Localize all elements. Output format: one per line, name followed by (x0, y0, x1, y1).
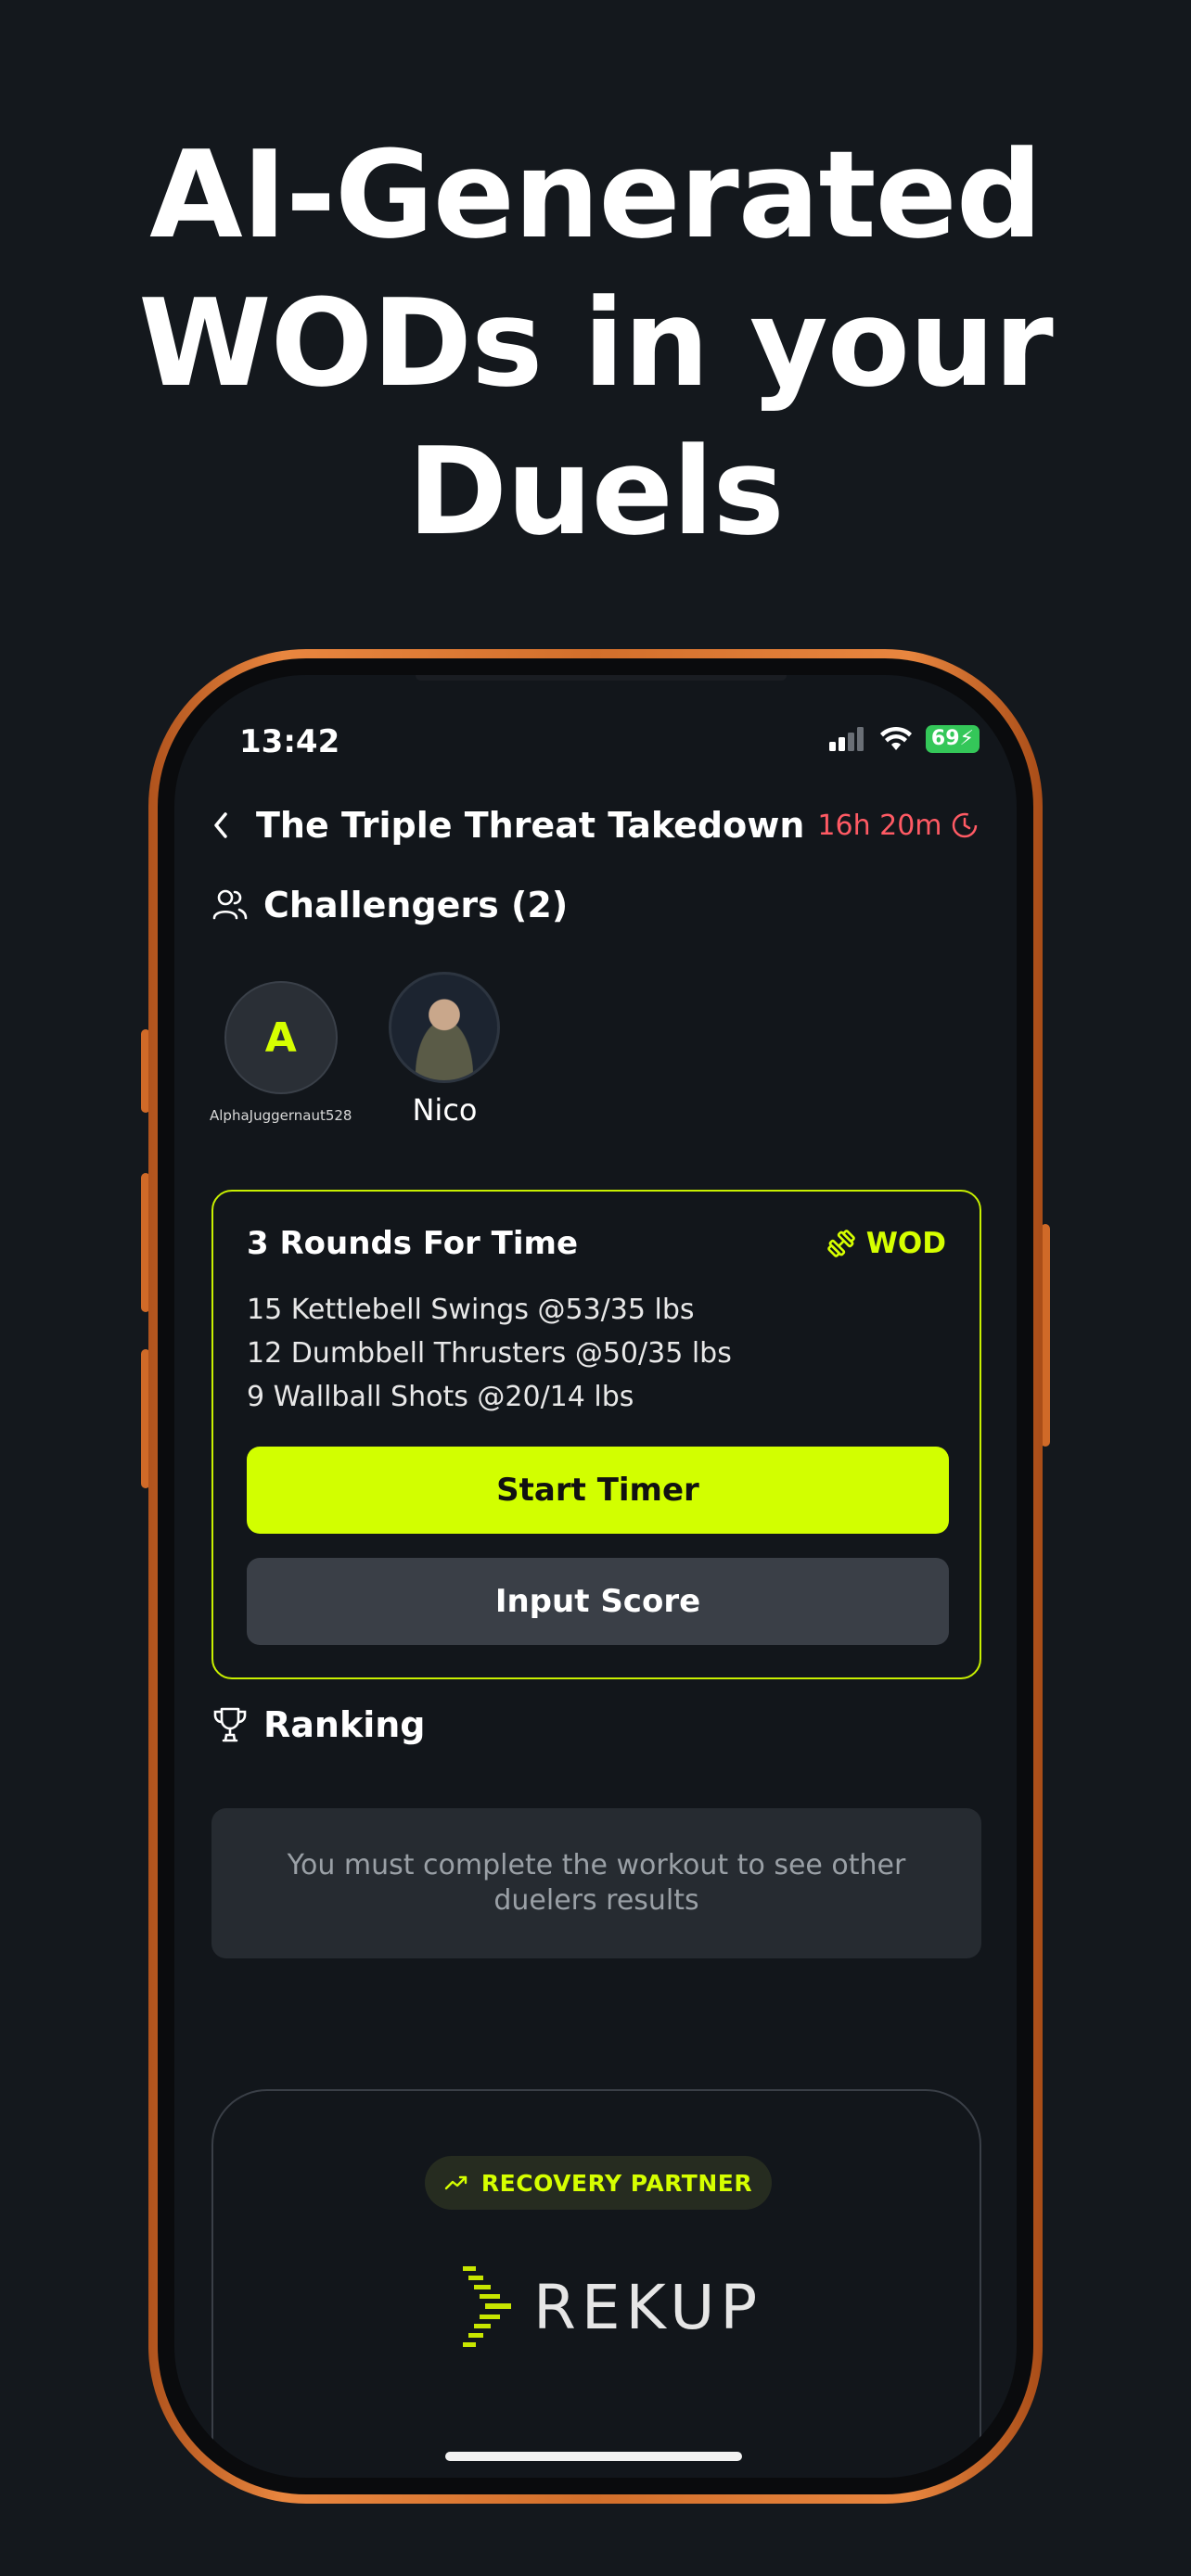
start-timer-button[interactable]: Start Timer (247, 1447, 949, 1534)
ranking-title: Ranking (263, 1704, 426, 1745)
home-indicator[interactable] (445, 2452, 742, 2461)
duel-header: The Triple Threat Takedown 16h 20m (211, 805, 980, 846)
wod-exercise: 15 Kettlebell Swings @53/35 lbs (247, 1294, 695, 1326)
partner-badge: RECOVERY PARTNER (425, 2156, 772, 2210)
users-icon (212, 889, 248, 920)
phone-bezel: 13:42 69⚡ The Triple Threat Takedown 16h… (158, 658, 1033, 2494)
challenger-name: AlphaJuggernaut528 (210, 1107, 352, 1124)
avatar: A (224, 981, 338, 1094)
partner-card[interactable]: RECOVERY PARTNER REKUP (211, 2089, 981, 2478)
wod-tag: WOD (826, 1227, 946, 1260)
back-button[interactable] (211, 807, 239, 844)
challenger-item[interactable]: Nico (389, 972, 501, 1128)
phone-frame: 13:42 69⚡ The Triple Threat Takedown 16h… (148, 649, 1043, 2504)
wod-exercise: 9 Wallball Shots @20/14 lbs (247, 1381, 634, 1413)
wod-tag-label: WOD (865, 1227, 946, 1260)
app-screen: 13:42 69⚡ The Triple Threat Takedown 16h… (174, 675, 1017, 2478)
battery-indicator: 69⚡ (925, 725, 980, 753)
avatar (389, 972, 501, 1083)
marketing-headline: AI-Generated WODs in your Duels (0, 121, 1191, 566)
status-time: 13:42 (239, 723, 340, 760)
challengers-heading: Challengers (2) (211, 885, 568, 925)
chevron-left-icon (214, 812, 227, 838)
headline-line: WODs in your (138, 273, 1054, 414)
wifi-icon (879, 726, 912, 750)
signal-icon (828, 727, 864, 751)
challengers-list: A AlphaJuggernaut528 Nico (210, 972, 501, 1128)
challenger-name: Nico (412, 1092, 478, 1128)
ranking-heading: Ranking (211, 1704, 426, 1745)
trending-up-icon (444, 2175, 467, 2190)
clock-icon (952, 812, 977, 838)
ranking-locked-message: You must complete the workout to see oth… (211, 1808, 981, 1958)
partner-badge-label: RECOVERY PARTNER (480, 2169, 753, 2197)
status-icons: 69⚡ (828, 725, 980, 753)
screen-top-edge (416, 675, 787, 681)
wod-exercises: 15 Kettlebell Swings @53/35 lbs 12 Dumbb… (247, 1288, 946, 1419)
headline-line: Duels (407, 421, 785, 562)
dumbbell-icon (826, 1230, 855, 1257)
countdown-timer: 16h 20m (817, 810, 979, 842)
wod-card: 3 Rounds For Time WOD 15 Kettlebell Swin… (211, 1190, 981, 1679)
rekup-logo-text: REKUP (533, 2271, 763, 2343)
rekup-logo: REKUP (459, 2263, 762, 2352)
trophy-icon (213, 1707, 247, 1742)
timer-text: 16h 20m (817, 809, 942, 842)
wod-exercise: 12 Dumbbell Thrusters @50/35 lbs (247, 1337, 732, 1370)
headline-line: AI-Generated (149, 124, 1043, 265)
battery-level: 69 (930, 727, 960, 750)
page-title: The Triple Threat Takedown (256, 805, 805, 846)
challengers-title: Challengers (2) (263, 885, 569, 925)
input-score-button[interactable]: Input Score (247, 1558, 949, 1645)
wod-title: 3 Rounds For Time (247, 1225, 578, 1262)
challenger-item[interactable]: A AlphaJuggernaut528 (210, 981, 352, 1128)
rekup-arrow-icon (463, 2266, 511, 2347)
